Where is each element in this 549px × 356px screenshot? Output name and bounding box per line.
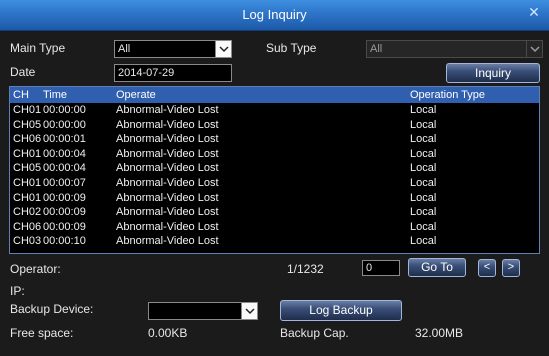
cell-ch: CH01 xyxy=(13,191,42,204)
table-row[interactable]: CH06 00:00:01 Abnormal-Video Lost Local xyxy=(10,133,539,146)
cell-ch: CH01 xyxy=(13,177,42,189)
cell-time: 00:00:09 xyxy=(43,191,86,204)
cell-ch: CH03 xyxy=(13,235,42,248)
cell-time: 00:00:04 xyxy=(43,162,86,175)
sub-type-value: All xyxy=(370,43,383,55)
column-header-time: Time xyxy=(43,89,68,101)
ip-label: IP: xyxy=(10,284,25,298)
cell-operate: Abnormal-Video Lost xyxy=(116,147,219,160)
chevron-down-icon[interactable] xyxy=(241,303,257,319)
cell-op-type: Local xyxy=(410,191,437,204)
backup-cap-label: Backup Cap. xyxy=(280,326,349,340)
cell-op-type: Local xyxy=(410,162,437,175)
cell-op-type: Local xyxy=(410,133,437,146)
close-icon[interactable]: ✕ xyxy=(527,5,541,19)
title-bar: Log Inquiry ✕ xyxy=(0,0,549,31)
chevron-down-icon[interactable] xyxy=(526,41,542,57)
cell-op-type: Local xyxy=(410,118,437,131)
table-row[interactable]: CH01 00:00:09 Abnormal-Video Lost Local xyxy=(10,192,539,205)
column-header-operation-type: Operation Type xyxy=(410,89,486,101)
cell-op-type: Local xyxy=(410,235,437,248)
goto-button[interactable]: Go To xyxy=(408,258,466,277)
page-info: 1/1232 xyxy=(287,262,324,276)
table-row[interactable]: CH02 00:00:09 Abnormal-Video Lost Local xyxy=(10,206,539,219)
free-space-label: Free space: xyxy=(10,326,74,340)
table-row[interactable]: CH01 00:00:04 Abnormal-Video Lost Local xyxy=(10,148,539,161)
cell-operate: Abnormal-Video Lost xyxy=(116,162,219,175)
cell-ch: CH06 xyxy=(13,133,42,146)
cell-op-type: Local xyxy=(410,147,437,160)
log-table: CH Time Operate Operation Type CH01 00:00… xyxy=(9,86,540,254)
cell-op-type: Local xyxy=(410,206,437,219)
backup-cap-value: 32.00MB xyxy=(415,326,464,340)
cell-ch: CH01 xyxy=(13,104,42,116)
date-label: Date xyxy=(10,65,36,79)
cell-op-type: Local xyxy=(410,104,437,116)
table-row[interactable]: CH01 00:00:07 Abnormal-Video Lost Local xyxy=(10,177,539,190)
cell-time: 00:00:00 xyxy=(43,118,86,131)
sub-type-label: Sub Type xyxy=(266,41,317,55)
cell-time: 00:00:09 xyxy=(43,220,86,233)
cell-op-type: Local xyxy=(410,177,437,189)
backup-device-label: Backup Device: xyxy=(10,302,94,316)
cell-operate: Abnormal-Video Lost xyxy=(116,235,219,248)
table-row[interactable]: CH05 00:00:04 Abnormal-Video Lost Local xyxy=(10,162,539,175)
backup-device-select[interactable] xyxy=(148,302,258,320)
cell-time: 00:00:04 xyxy=(43,147,86,160)
column-header-operate: Operate xyxy=(116,89,156,101)
table-row[interactable]: CH05 00:00:00 Abnormal-Video Lost Local xyxy=(10,119,539,132)
inquiry-button[interactable]: Inquiry xyxy=(446,63,540,83)
cell-operate: Abnormal-Video Lost xyxy=(116,118,219,131)
date-input[interactable]: 2014-07-29 xyxy=(114,64,232,82)
table-row[interactable]: CH06 00:00:09 Abnormal-Video Lost Local xyxy=(10,221,539,234)
free-space-value: 0.00KB xyxy=(148,326,188,340)
sub-type-select[interactable]: All xyxy=(366,40,543,58)
cell-time: 00:00:07 xyxy=(43,177,86,189)
cell-op-type: Local xyxy=(410,220,437,233)
cell-time: 00:00:01 xyxy=(43,133,86,146)
cell-operate: Abnormal-Video Lost xyxy=(116,220,219,233)
chevron-down-icon[interactable] xyxy=(215,41,231,57)
next-page-button[interactable]: > xyxy=(502,259,520,277)
table-row[interactable]: CH03 00:00:10 Abnormal-Video Lost Local xyxy=(10,235,539,248)
cell-operate: Abnormal-Video Lost xyxy=(116,133,219,146)
cell-operate: Abnormal-Video Lost xyxy=(116,177,219,189)
cell-ch: CH06 xyxy=(13,220,42,233)
cell-time: 00:00:10 xyxy=(43,235,86,248)
cell-operate: Abnormal-Video Lost xyxy=(116,206,219,219)
table-header: CH Time Operate Operation Type xyxy=(10,87,539,103)
main-type-label: Main Type xyxy=(10,41,66,55)
cell-ch: CH05 xyxy=(13,162,42,175)
goto-page-input[interactable]: 0 xyxy=(362,260,400,276)
log-inquiry-dialog: Log Inquiry ✕ Main Type All Sub Type All… xyxy=(0,0,549,356)
table-row[interactable]: CH01 00:00:00 Abnormal-Video Lost Local xyxy=(10,104,539,117)
main-type-value: All xyxy=(118,43,131,55)
cell-ch: CH02 xyxy=(13,206,42,219)
cell-operate: Abnormal-Video Lost xyxy=(116,104,219,116)
main-type-select[interactable]: All xyxy=(114,40,232,58)
cell-ch: CH01 xyxy=(13,147,42,160)
previous-page-button[interactable]: < xyxy=(478,259,496,277)
column-header-ch: CH xyxy=(13,89,29,101)
cell-time: 00:00:00 xyxy=(43,104,86,116)
cell-operate: Abnormal-Video Lost xyxy=(116,191,219,204)
operator-label: Operator: xyxy=(10,262,61,276)
cell-ch: CH05 xyxy=(13,118,42,131)
log-backup-button[interactable]: Log Backup xyxy=(280,300,402,321)
window-title: Log Inquiry xyxy=(242,7,307,22)
cell-time: 00:00:09 xyxy=(43,206,86,219)
